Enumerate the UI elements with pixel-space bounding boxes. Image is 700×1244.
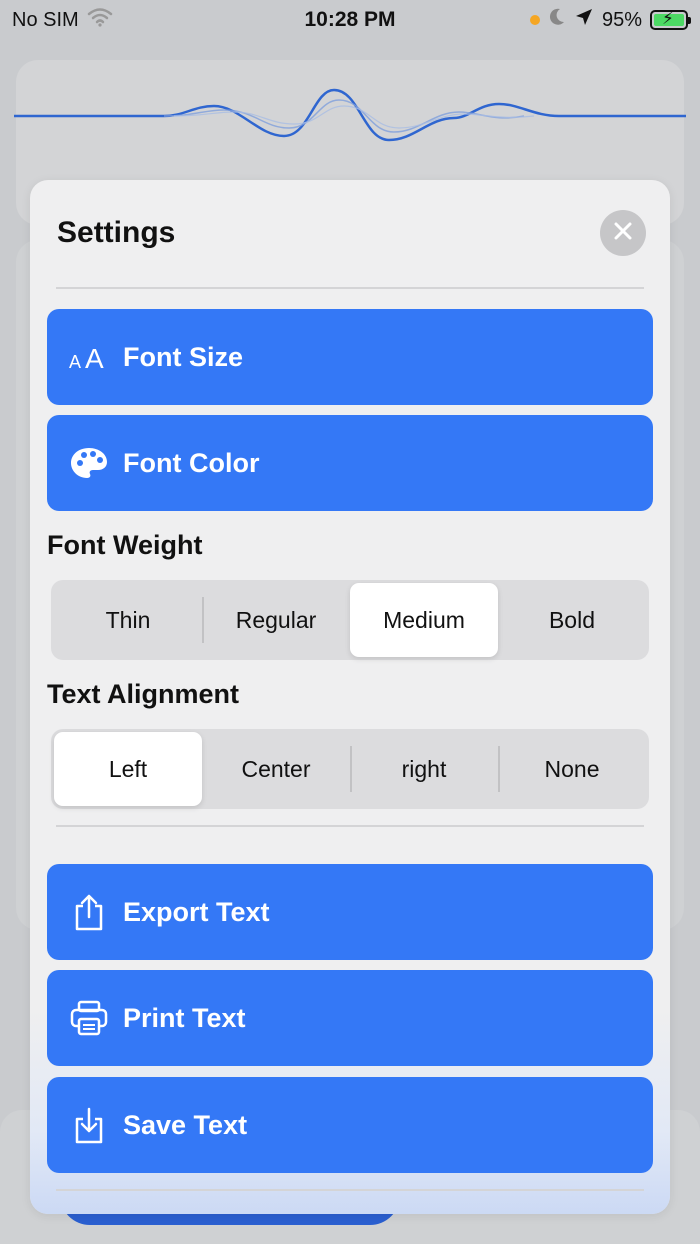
palette-icon [69,443,109,483]
text-alignment-heading: Text Alignment [47,679,240,709]
text-alignment-segmented-control: Left Center right None [51,729,649,809]
font-color-button[interactable]: Font Color [47,415,653,511]
battery-percent: 95% [601,8,642,31]
moon-icon [548,7,566,33]
download-icon [69,1105,109,1145]
battery-icon: ⚡ [650,9,691,30]
carrier-text: No SIM [12,8,79,31]
export-text-button[interactable]: Export Text [47,864,653,960]
font-weight-segmented-control: Thin Regular Medium Bold [51,580,649,660]
export-text-label: Export Text [123,896,270,927]
text-alignment-option-center[interactable]: Center [202,732,350,806]
divider-top [56,287,644,289]
privacy-indicator-icon [529,15,540,25]
status-bar: No SIM 10:28 PM 95% ⚡ [0,0,700,40]
font-size-button[interactable]: A A Font Size [47,309,653,405]
svg-text:A: A [69,352,81,372]
printer-icon [69,998,109,1038]
font-color-label: Font Color [123,447,260,478]
save-text-label: Save Text [123,1109,248,1140]
font-weight-option-regular[interactable]: Regular [202,583,350,657]
font-size-icon: A A [69,337,109,377]
waveform-icon [14,88,686,142]
close-icon [613,221,633,246]
settings-sheet: Settings A A Font Size Font Color Font W… [30,180,670,1214]
print-text-label: Print Text [123,1002,246,1033]
divider-middle [56,825,644,827]
text-alignment-option-right[interactable]: right [350,732,498,806]
divider-bottom [56,1189,644,1191]
location-arrow-icon [574,7,594,33]
wifi-icon [87,7,113,33]
status-right: 95% ⚡ [529,7,691,33]
print-text-button[interactable]: Print Text [47,970,653,1066]
font-weight-option-bold[interactable]: Bold [498,583,646,657]
save-text-button[interactable]: Save Text [47,1077,653,1173]
font-weight-option-medium[interactable]: Medium [350,583,498,657]
font-size-label: Font Size [123,341,243,372]
svg-text:A: A [85,343,104,372]
status-left: No SIM [12,7,113,33]
close-button[interactable] [600,210,646,256]
font-weight-heading: Font Weight [47,530,203,560]
settings-title: Settings [57,216,176,249]
share-icon [69,892,109,932]
text-alignment-option-left[interactable]: Left [54,732,202,806]
font-weight-option-thin[interactable]: Thin [54,583,202,657]
text-alignment-option-none[interactable]: None [498,732,646,806]
